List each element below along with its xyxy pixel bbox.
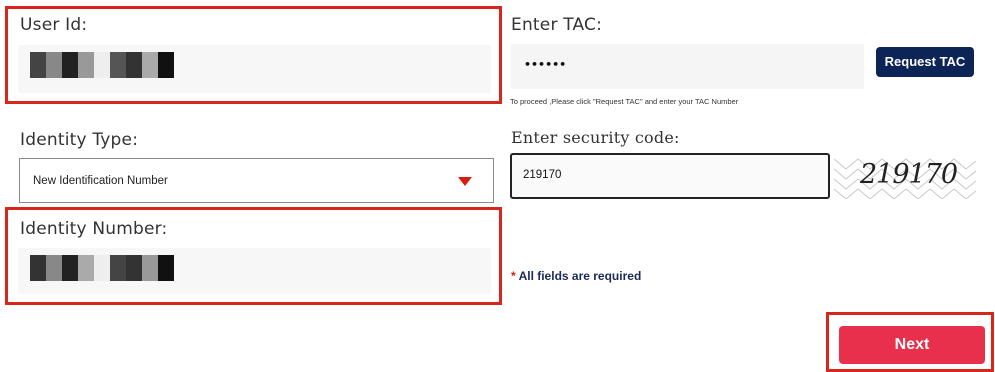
triangle-down-icon xyxy=(458,177,472,186)
identity-type-value: New Identification Number xyxy=(33,175,168,187)
security-code-label: Enter security code: xyxy=(511,128,680,147)
identity-type-select[interactable]: New Identification Number xyxy=(19,158,494,203)
user-id-label: User Id: xyxy=(20,15,88,35)
next-button[interactable]: Next xyxy=(839,326,985,364)
tac-input[interactable]: •••••• xyxy=(511,44,864,89)
tac-value: •••••• xyxy=(524,58,567,71)
identity-number-label: Identity Number: xyxy=(20,219,168,239)
required-text: All fields are required xyxy=(518,269,642,283)
identity-number-input[interactable] xyxy=(18,248,491,294)
user-id-input[interactable] xyxy=(18,45,491,93)
masked-user-id xyxy=(30,52,174,78)
tac-label: Enter TAC: xyxy=(511,15,603,35)
security-code-input[interactable]: 219170 xyxy=(510,153,830,199)
captcha-text: 219170 xyxy=(860,159,958,190)
request-tac-button[interactable]: Request TAC xyxy=(876,47,974,77)
required-asterisk: * xyxy=(511,269,516,283)
captcha-image: 219170 xyxy=(834,153,976,199)
tac-hint: To proceed ,Please click "Request TAC" a… xyxy=(510,97,739,106)
security-code-value: 219170 xyxy=(523,169,562,181)
masked-identity-number xyxy=(30,255,174,281)
required-note: * All fields are required xyxy=(511,269,641,283)
identity-type-label: Identity Type: xyxy=(20,130,139,150)
